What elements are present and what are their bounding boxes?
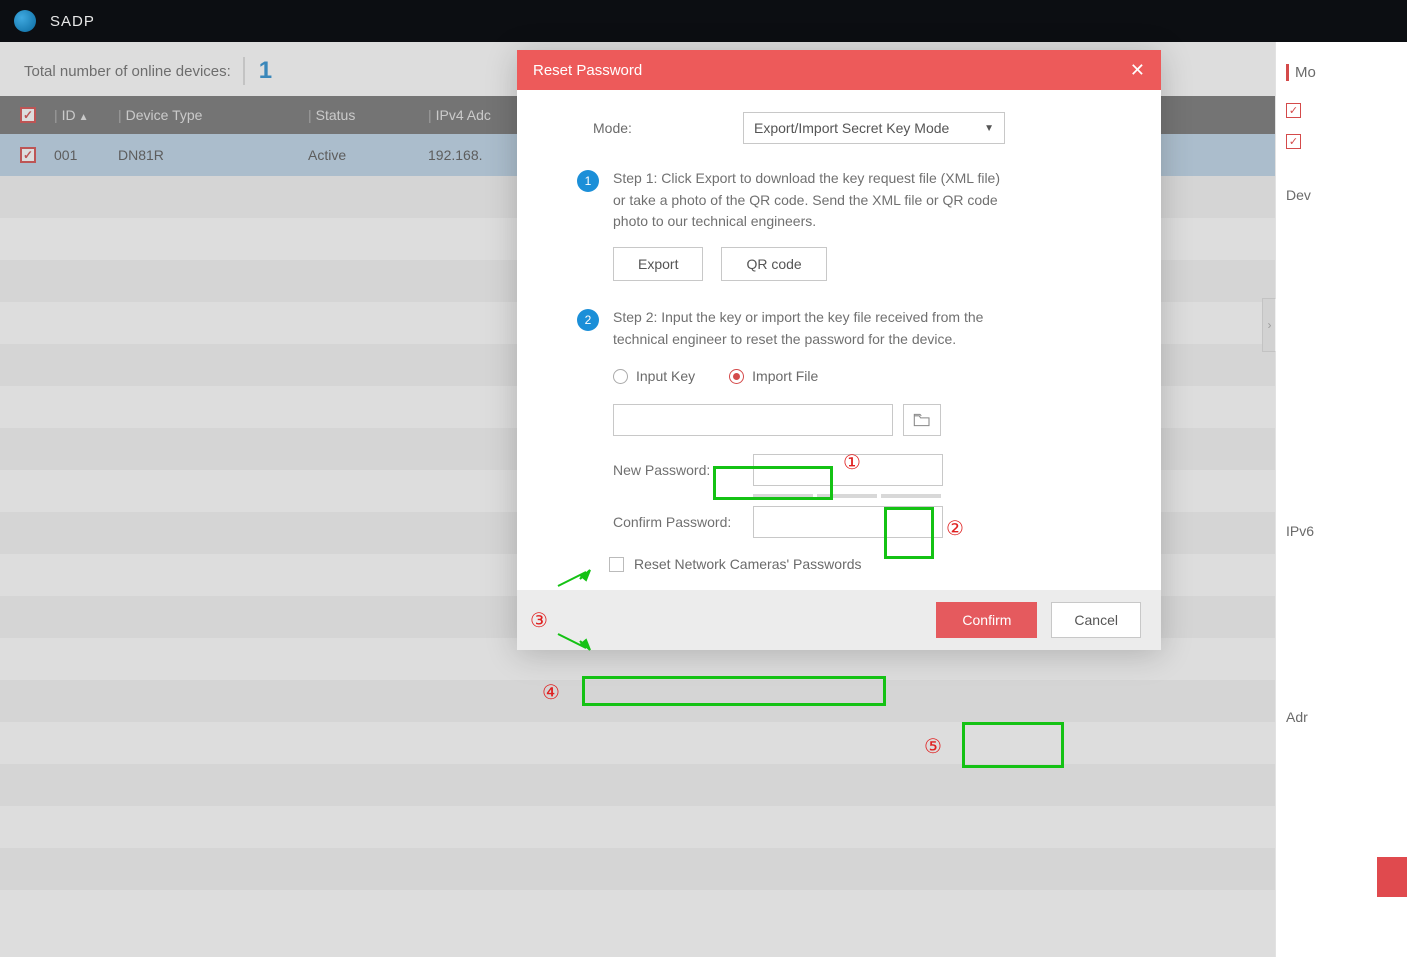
browse-button[interactable]	[903, 404, 941, 436]
title-bar: SADP	[0, 0, 1407, 42]
side-check-2[interactable]	[1286, 134, 1301, 149]
col-id[interactable]: |ID▲	[46, 107, 110, 123]
mode-label: Mode:	[593, 120, 743, 136]
app-name: SADP	[50, 13, 95, 30]
modal-title: Reset Password	[533, 62, 642, 79]
chevron-down-icon: ▼	[984, 123, 994, 134]
reset-cameras-label: Reset Network Cameras' Passwords	[634, 556, 862, 572]
col-status[interactable]: |Status	[300, 107, 420, 123]
file-path-input[interactable]	[613, 404, 893, 436]
cell-id: 001	[46, 147, 110, 163]
reset-cameras-checkbox[interactable]	[609, 557, 624, 572]
radio-input-key-label: Input Key	[636, 368, 695, 384]
confirm-password-label: Confirm Password:	[613, 514, 753, 530]
col-device-type[interactable]: |Device Type	[110, 107, 300, 123]
mode-select-value: Export/Import Secret Key Mode	[754, 120, 949, 136]
select-all-checkbox[interactable]	[20, 107, 36, 123]
step2-text: Step 2: Input the key or import the key …	[613, 307, 1013, 350]
qr-code-button[interactable]: QR code	[721, 247, 826, 281]
cancel-button[interactable]: Cancel	[1051, 602, 1141, 638]
close-icon[interactable]: ✕	[1130, 60, 1145, 81]
side-label-3: Adr	[1286, 709, 1397, 725]
side-label-1: Dev	[1286, 187, 1397, 203]
cell-status: Active	[300, 147, 420, 163]
export-button[interactable]: Export	[613, 247, 703, 281]
step1-text: Step 1: Click Export to download the key…	[613, 168, 1013, 233]
side-check-1[interactable]	[1286, 103, 1301, 118]
modal-footer: Confirm Cancel	[517, 590, 1161, 650]
expand-panel-button[interactable]: ›	[1262, 298, 1276, 352]
folder-icon	[913, 413, 931, 427]
step-marker-1: 1	[577, 170, 599, 192]
side-red-block	[1377, 857, 1407, 897]
reset-password-modal: Reset Password ✕ Mode: Export/Import Sec…	[517, 50, 1161, 650]
total-devices-count: 1	[243, 57, 272, 85]
row-checkbox[interactable]	[20, 147, 36, 163]
side-label-2: IPv6	[1286, 523, 1397, 539]
radio-import-file-label: Import File	[752, 368, 818, 384]
radio-import-file[interactable]: Import File	[719, 364, 828, 388]
confirm-button[interactable]: Confirm	[936, 602, 1037, 638]
new-password-label: New Password:	[613, 462, 753, 478]
password-strength-meter	[753, 494, 1127, 498]
new-password-input[interactable]	[753, 454, 943, 486]
mode-select[interactable]: Export/Import Secret Key Mode ▼	[743, 112, 1005, 144]
side-panel-header: Mo	[1286, 64, 1397, 81]
modal-title-bar: Reset Password ✕	[517, 50, 1161, 90]
confirm-password-input[interactable]	[753, 506, 943, 538]
total-devices-label: Total number of online devices:	[24, 63, 231, 80]
cell-type: DN81R	[110, 147, 300, 163]
radio-input-key[interactable]: Input Key	[613, 368, 695, 384]
step-marker-2: 2	[577, 309, 599, 331]
side-panel: Mo Dev IPv6 Adr ›	[1275, 42, 1407, 957]
app-logo-icon	[14, 10, 36, 32]
